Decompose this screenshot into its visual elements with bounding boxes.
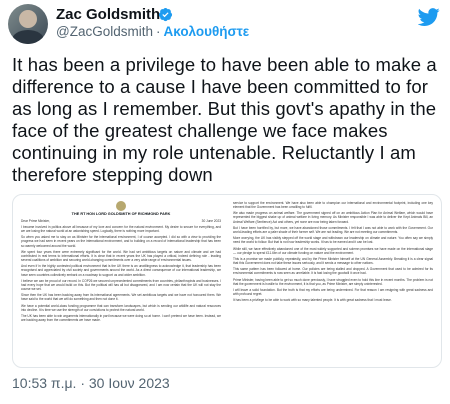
letter-page-right: service to support the environment. We h… (233, 201, 433, 361)
letter-paragraph: We have a potential world-class funding … (21, 303, 221, 312)
letter-paragraph: Prime Minister, having been able to get … (233, 277, 433, 286)
letter-date: 30 June 2023 (201, 219, 221, 223)
letter-paragraph: So when you asked me to stay on as Minis… (21, 235, 221, 248)
letter-paragraph: Since then the UK has been backing away … (21, 293, 221, 302)
letter-paragraph: service to support the environment. We h… (233, 201, 433, 210)
verified-badge-icon (158, 7, 173, 22)
letter-paragraph: I believe we can be proud of our record.… (21, 278, 221, 291)
tweet-timestamp[interactable]: 10:53 π.μ. · 30 Ιουν 2023 (12, 375, 170, 391)
profile-avatar[interactable] (8, 4, 48, 44)
letter-paragraph: While still, we have effectively abandon… (233, 246, 433, 255)
separator-dot: · (155, 24, 161, 39)
author-handle-row: @ZacGoldsmith · Ακολουθήστε (56, 24, 249, 39)
attached-letter-image[interactable]: THE RT HON LORD GOLDSMITH OF RICHMOND PA… (12, 194, 442, 368)
author-handle[interactable]: @ZacGoldsmith (56, 24, 153, 39)
tweet-text: It has been a privilege to have been abl… (12, 54, 437, 185)
letter-paragraph: It has been a privilege to be able to wo… (233, 298, 392, 303)
letter-paragraph: The UK has been able to win arguments in… (21, 314, 221, 323)
letter-paragraph: This is a promise we made publicly, repe… (233, 256, 433, 266)
letter-paragraph: I will leave a solid foundation. But the… (233, 288, 433, 297)
letter-page-left: THE RT HON LORD GOLDSMITH OF RICHMOND PA… (21, 201, 221, 361)
follow-button[interactable]: Ακολουθήστε (163, 24, 249, 39)
letter-paragraph: We spent four years there were extremely… (21, 249, 221, 263)
letter-paragraph: This same pattern has been followed at h… (233, 267, 433, 276)
letter-paragraph: And even if in the highly contested poli… (21, 264, 221, 277)
letter-paragraph: We also made progress on animal welfare.… (233, 211, 433, 224)
author-name[interactable]: Zac Goldsmith (56, 6, 160, 23)
letter-salutation: Dear Prime Minister, (21, 219, 50, 223)
crest-icon (116, 201, 126, 211)
letter-heading: THE RT HON LORD GOLDSMITH OF RICHMOND PA… (71, 212, 171, 216)
letter-paragraph: But I have been horrified by, but more, … (233, 225, 433, 234)
letter-paragraph: More worrying, the UK has visibly steppe… (233, 236, 433, 245)
twitter-bird-icon[interactable] (418, 6, 440, 28)
letter-paragraph: I became involved in politics above all … (21, 225, 221, 234)
letter-meta: Dear Prime Minister, 30 June 2023 (21, 219, 221, 223)
